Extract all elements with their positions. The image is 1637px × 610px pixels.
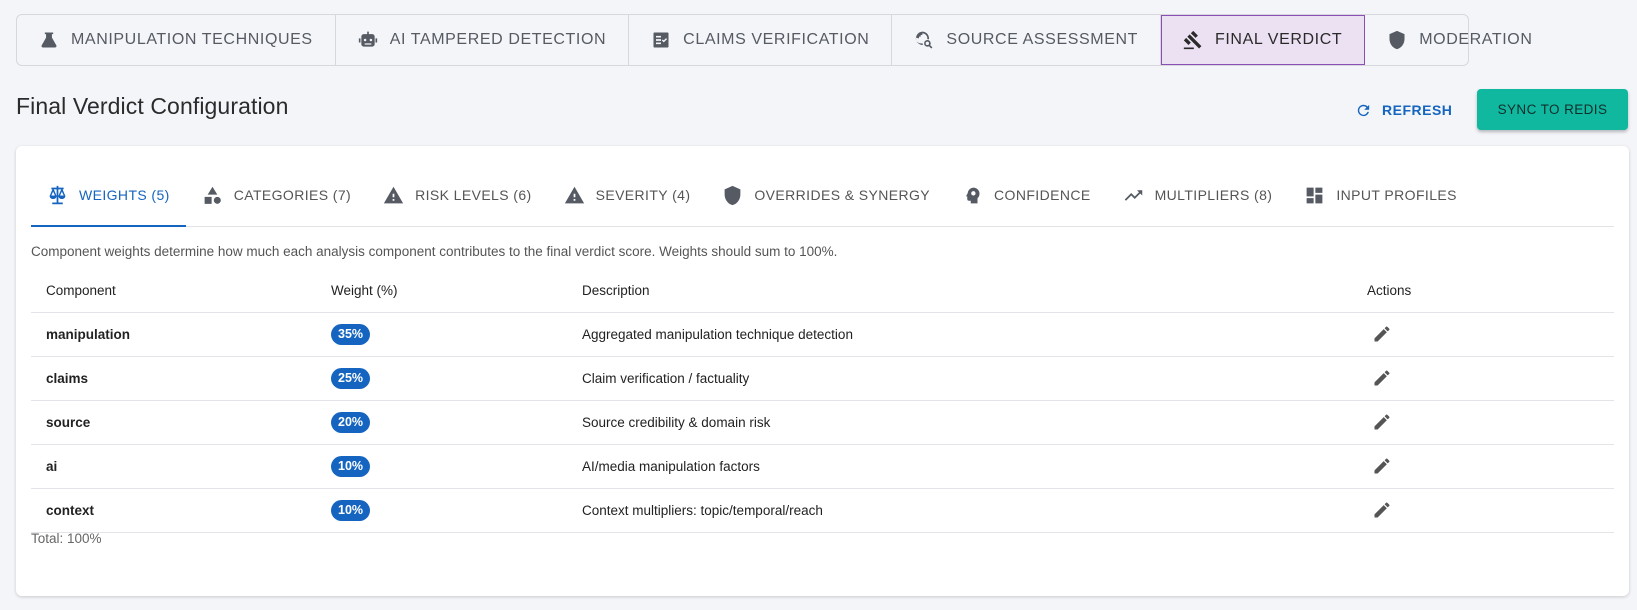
table-row: source 20% Source credibility & domain r… bbox=[31, 400, 1614, 445]
component-name: context bbox=[31, 488, 316, 533]
table-row: context 10% Context multipliers: topic/t… bbox=[31, 488, 1614, 533]
edit-icon[interactable] bbox=[1372, 412, 1392, 432]
weights-total: Total: 100% bbox=[31, 531, 102, 546]
tab-label: MODERATION bbox=[1419, 31, 1533, 48]
sub-tab-bar: WEIGHTS (5) CATEGORIES (7) RISK LEVELS (… bbox=[31, 146, 1614, 227]
trending-up-icon bbox=[1124, 189, 1142, 201]
globe-search-icon bbox=[916, 31, 933, 49]
tab-label: MULTIPLIERS (8) bbox=[1154, 187, 1273, 203]
refresh-label: REFRESH bbox=[1382, 102, 1453, 118]
tab-manipulation-techniques[interactable]: MANIPULATION TECHNIQUES bbox=[17, 15, 336, 65]
tab-weights[interactable]: WEIGHTS (5) bbox=[31, 146, 186, 227]
weights-table: Component Weight (%) Description Actions… bbox=[31, 269, 1614, 533]
tab-ai-tampered-detection[interactable]: AI TAMPERED DETECTION bbox=[336, 15, 630, 65]
tab-label: SEVERITY (4) bbox=[595, 187, 691, 203]
column-header-component: Component bbox=[31, 269, 316, 313]
gavel-icon bbox=[1183, 30, 1202, 50]
tab-multipliers[interactable]: MULTIPLIERS (8) bbox=[1107, 146, 1289, 226]
page-title: Final Verdict Configuration bbox=[16, 93, 289, 119]
config-card: WEIGHTS (5) CATEGORIES (7) RISK LEVELS (… bbox=[16, 146, 1629, 596]
tab-label: OVERRIDES & SYNERGY bbox=[754, 187, 931, 203]
tab-confidence[interactable]: CONFIDENCE bbox=[946, 146, 1107, 226]
component-name: ai bbox=[31, 444, 316, 489]
dashboard-icon bbox=[1307, 187, 1323, 203]
tab-input-profiles[interactable]: INPUT PROFILES bbox=[1288, 146, 1472, 226]
edit-icon[interactable] bbox=[1372, 324, 1392, 344]
table-row: ai 10% AI/media manipulation factors bbox=[31, 444, 1614, 489]
tab-categories[interactable]: CATEGORIES (7) bbox=[186, 146, 367, 226]
edit-icon[interactable] bbox=[1372, 368, 1392, 388]
column-header-actions: Actions bbox=[1352, 269, 1614, 313]
tab-risk-levels[interactable]: RISK LEVELS (6) bbox=[367, 146, 548, 226]
tab-label: AI TAMPERED DETECTION bbox=[389, 31, 607, 48]
weights-description: Component weights determine how much eac… bbox=[31, 244, 838, 259]
refresh-icon bbox=[1357, 104, 1370, 116]
weight-badge: 10% bbox=[331, 499, 371, 521]
component-name: manipulation bbox=[31, 312, 316, 357]
sync-to-redis-button[interactable]: SYNC TO REDIS bbox=[1477, 89, 1628, 130]
column-header-description: Description bbox=[567, 269, 1352, 313]
psychology-icon bbox=[965, 187, 980, 203]
edit-icon[interactable] bbox=[1372, 456, 1392, 476]
scale-icon bbox=[49, 185, 66, 204]
weight-badge: 20% bbox=[331, 411, 371, 433]
component-description: Aggregated manipulation technique detect… bbox=[567, 312, 1352, 357]
tab-final-verdict[interactable]: FINAL VERDICT bbox=[1161, 15, 1366, 65]
tab-label: FINAL VERDICT bbox=[1215, 31, 1343, 48]
tab-label: INPUT PROFILES bbox=[1336, 187, 1457, 203]
tab-severity[interactable]: SEVERITY (4) bbox=[548, 146, 707, 226]
table-row: manipulation 35% Aggregated manipulation… bbox=[31, 312, 1614, 357]
component-description: Claim verification / factuality bbox=[567, 356, 1352, 401]
flask-icon bbox=[41, 32, 57, 48]
tab-label: CONFIDENCE bbox=[994, 187, 1091, 203]
shield-icon bbox=[725, 185, 741, 205]
component-description: AI/media manipulation factors bbox=[567, 444, 1352, 489]
refresh-button[interactable]: REFRESH bbox=[1355, 96, 1452, 124]
warning-icon bbox=[383, 186, 404, 203]
tab-label: WEIGHTS (5) bbox=[79, 187, 170, 203]
tab-label: SOURCE ASSESSMENT bbox=[946, 31, 1138, 48]
component-name: claims bbox=[31, 356, 316, 401]
table-row: claims 25% Claim verification / factuali… bbox=[31, 356, 1614, 401]
tab-source-assessment[interactable]: SOURCE ASSESSMENT bbox=[892, 15, 1161, 65]
column-header-weight: Weight (%) bbox=[316, 269, 567, 313]
weight-badge: 35% bbox=[331, 323, 371, 345]
table-header-row: Component Weight (%) Description Actions bbox=[31, 269, 1614, 313]
component-name: source bbox=[31, 400, 316, 445]
tab-label: CATEGORIES (7) bbox=[233, 187, 352, 203]
checklist-icon bbox=[653, 32, 669, 48]
weight-badge: 25% bbox=[331, 367, 371, 389]
component-description: Source credibility & domain risk bbox=[567, 400, 1352, 445]
robot-icon bbox=[358, 31, 377, 47]
tab-label: RISK LEVELS (6) bbox=[415, 187, 532, 203]
tab-label: CLAIMS VERIFICATION bbox=[683, 31, 870, 48]
weight-badge: 10% bbox=[331, 455, 371, 477]
edit-icon[interactable] bbox=[1372, 500, 1392, 520]
top-tab-bar: MANIPULATION TECHNIQUES AI TAMPERED DETE… bbox=[16, 14, 1532, 66]
component-description: Context multipliers: topic/temporal/reac… bbox=[567, 488, 1352, 533]
shapes-icon bbox=[204, 186, 221, 204]
tab-label: MANIPULATION TECHNIQUES bbox=[71, 31, 313, 48]
tab-claims-verification[interactable]: CLAIMS VERIFICATION bbox=[629, 15, 893, 65]
warning-icon bbox=[564, 186, 584, 203]
tab-overrides-synergy[interactable]: OVERRIDES & SYNERGY bbox=[706, 146, 946, 226]
shield-icon bbox=[1389, 30, 1405, 50]
tab-moderation[interactable]: MODERATION bbox=[1365, 15, 1554, 65]
